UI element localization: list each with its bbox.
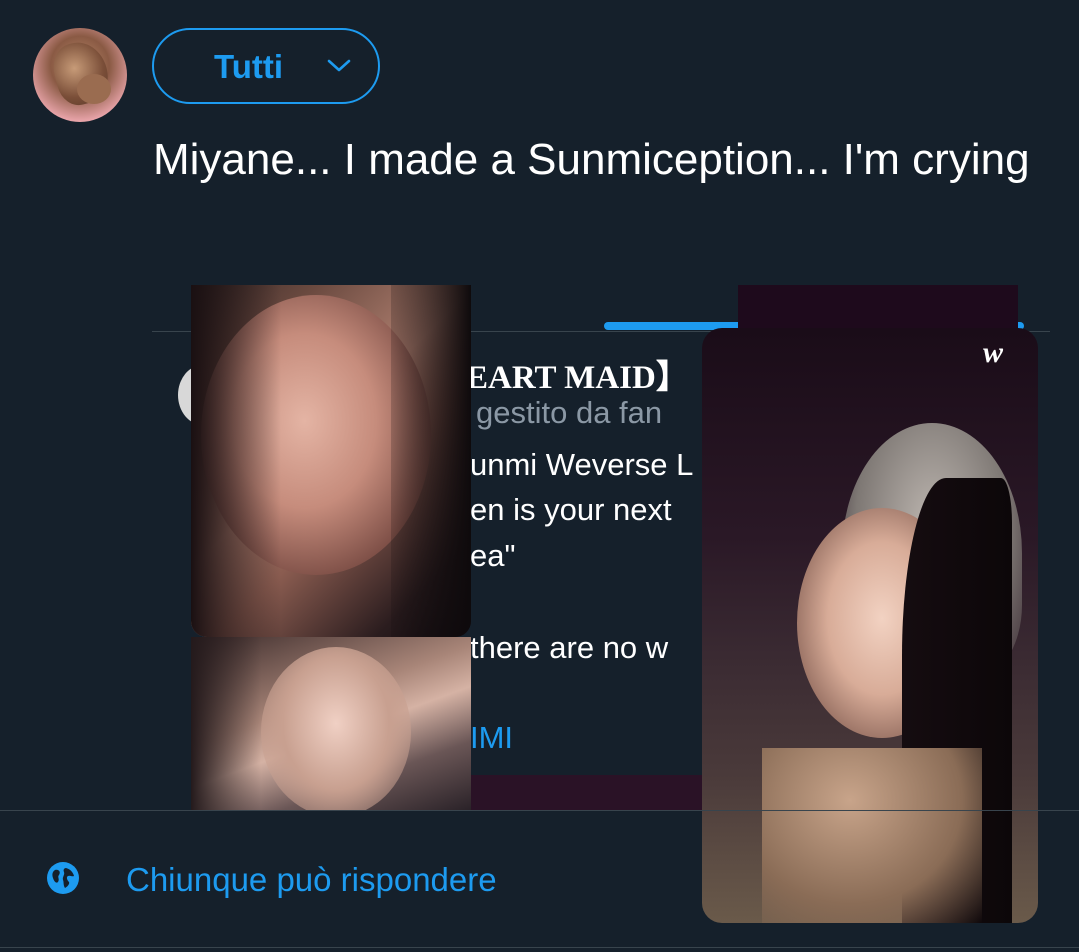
- audience-selector-button[interactable]: Tutti: [152, 28, 380, 104]
- quoted-tweet-image-edge: [460, 775, 710, 810]
- quoted-tweet-link[interactable]: IMI: [470, 720, 513, 756]
- photo-hair: [391, 285, 471, 637]
- quoted-tweet-author: EART MAID】: [466, 360, 689, 396]
- photo-shoulders: [762, 748, 982, 923]
- globe-icon[interactable]: [45, 860, 81, 896]
- media-image-3[interactable]: w: [702, 328, 1038, 923]
- media-image-3-edge: [738, 285, 1018, 330]
- divider: [0, 810, 1079, 811]
- photo-hair: [191, 637, 261, 810]
- quoted-tweet-line: en is your next: [470, 492, 672, 527]
- quoted-tweet-line: ea": [470, 538, 516, 573]
- media-image-2[interactable]: [191, 637, 471, 810]
- chevron-down-icon: [326, 58, 352, 79]
- audience-label: Tutti: [214, 48, 284, 85]
- divider: [0, 947, 1079, 948]
- media-image-1[interactable]: [191, 285, 471, 637]
- tweet-text-input[interactable]: Miyane... I made a Sunmiception... I'm c…: [153, 130, 1053, 190]
- photo-subject: [261, 647, 411, 810]
- photo-hair: [191, 285, 281, 637]
- quoted-tweet-line: unmi Weverse L: [470, 447, 694, 482]
- weverse-watermark: w: [983, 336, 1004, 369]
- reply-setting-button[interactable]: Chiunque può rispondere: [126, 860, 497, 900]
- quoted-tweet-label: gestito da fan: [476, 395, 663, 430]
- quoted-tweet-line: there are no w: [470, 630, 669, 665]
- avatar[interactable]: [33, 28, 127, 122]
- avatar-image-part: [77, 74, 111, 104]
